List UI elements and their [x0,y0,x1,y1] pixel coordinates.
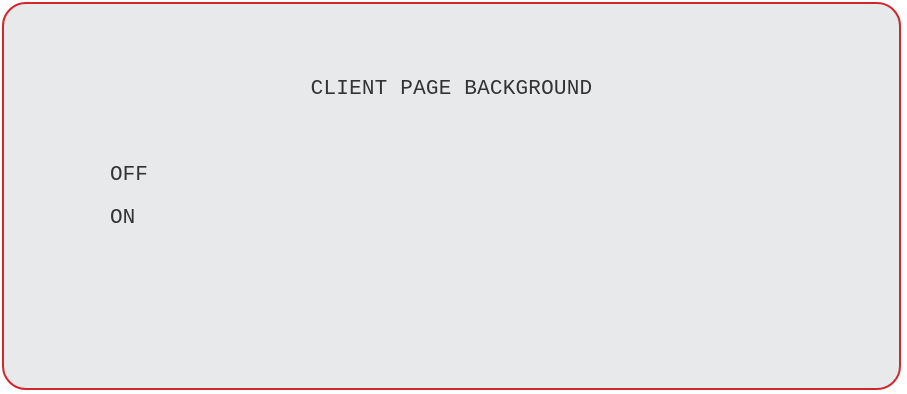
menu-panel: CLIENT PAGE BACKGROUND OFF ON [2,2,901,390]
option-off[interactable]: OFF [110,164,148,187]
option-on[interactable]: ON [110,207,135,230]
menu-title: CLIENT PAGE BACKGROUND [310,78,593,101]
